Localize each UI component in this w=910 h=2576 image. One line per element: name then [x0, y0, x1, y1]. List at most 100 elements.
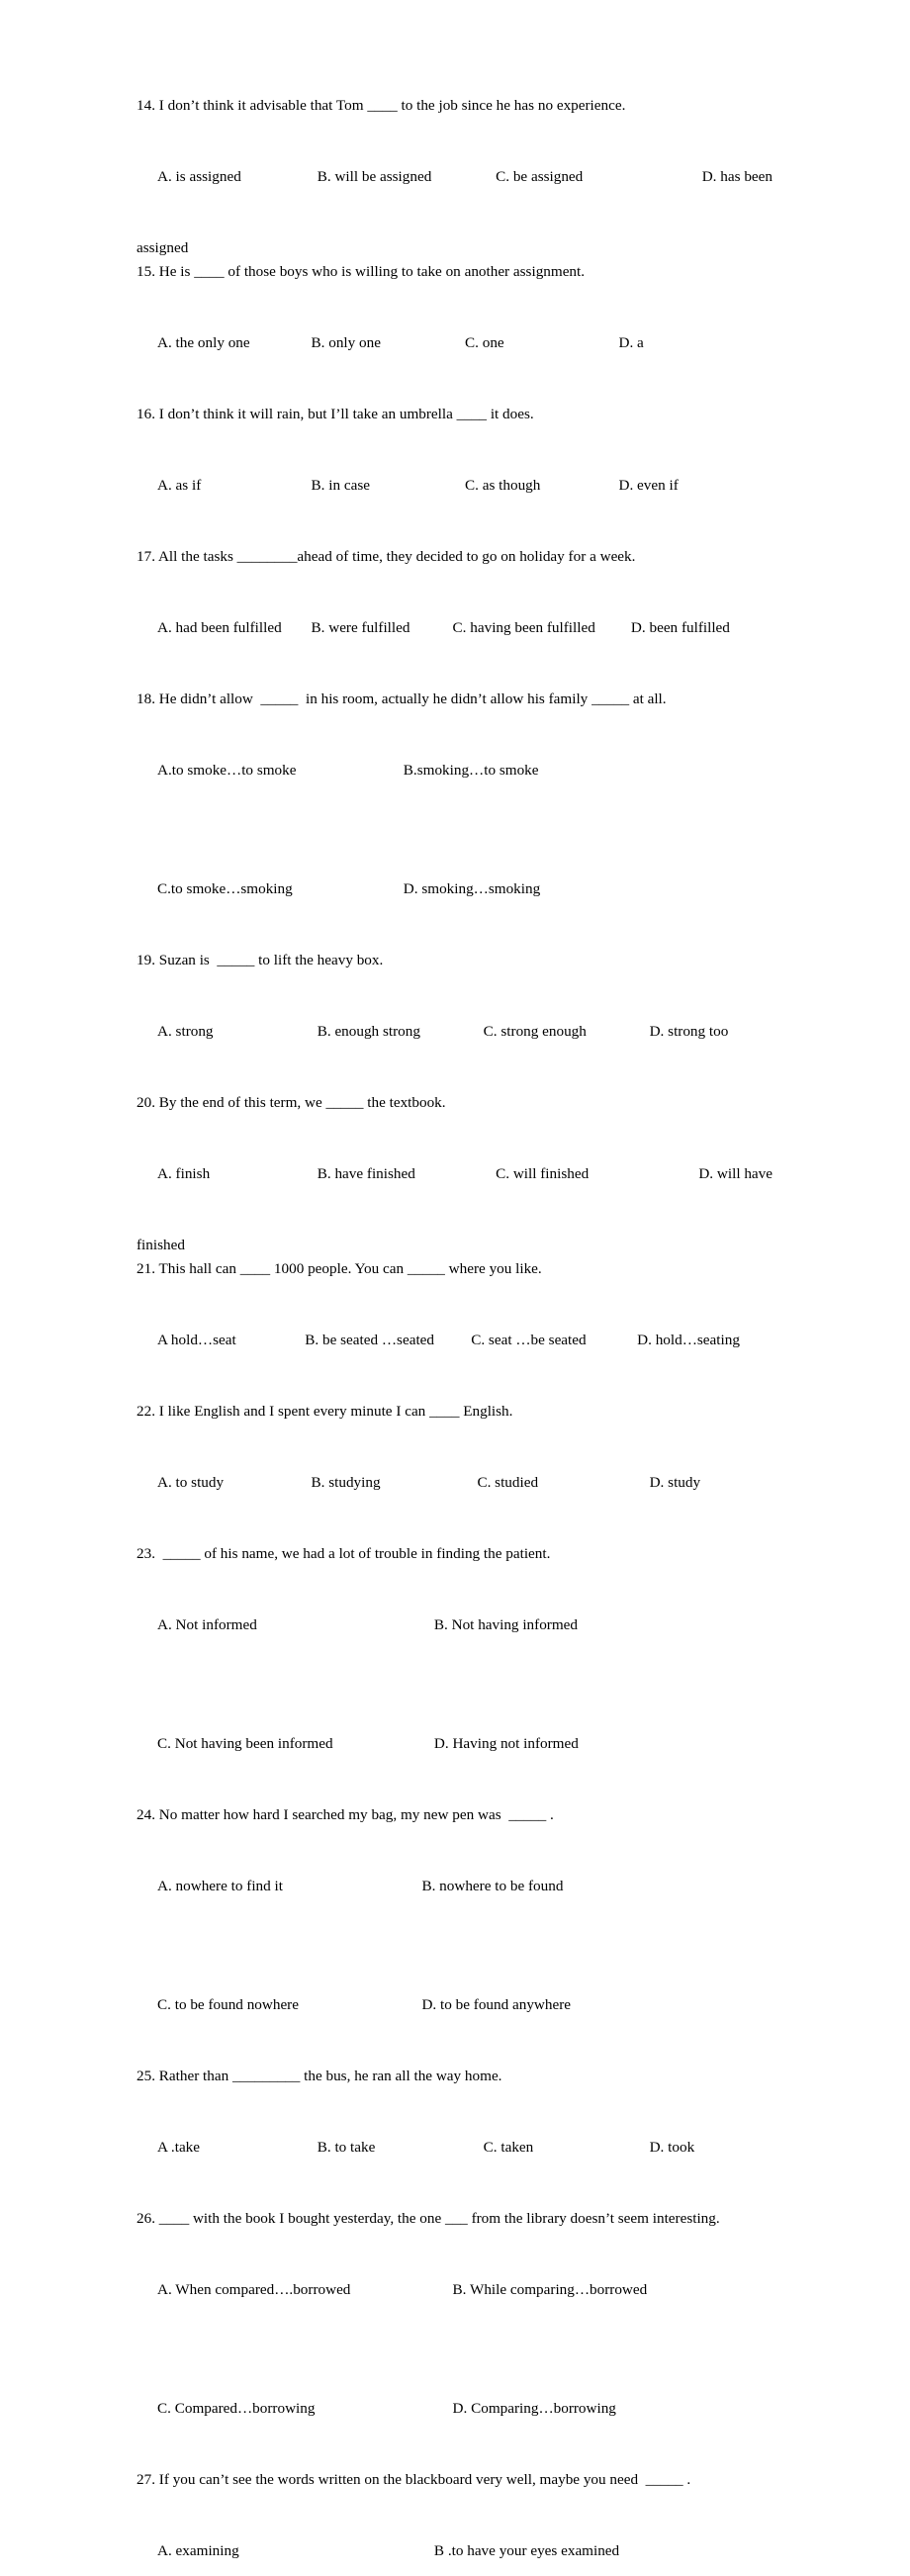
- question-options-row1: A. Not informed B. Not having informed: [136, 1566, 773, 1685]
- option-d[interactable]: D. strong too: [650, 1020, 773, 1044]
- question-options: A. strong B. enough strong C. strong eno…: [136, 972, 773, 1091]
- question-continuation: assigned: [136, 239, 189, 256]
- question-19: 19. Suzan is _____ to lift the heavy box…: [136, 949, 773, 1091]
- question-18: 18. He didn’t allow _____ in his room, a…: [136, 688, 773, 949]
- question-options-row2: C. to be found nowhere D. to be found an…: [136, 1946, 773, 2065]
- question-21: 21. This hall can ____ 1000 people. You …: [136, 1257, 773, 1400]
- question-options: A. is assigned B. will be assigned C. be…: [136, 118, 773, 236]
- option-b[interactable]: B. While comparing…borrowed: [453, 2278, 773, 2302]
- option-a[interactable]: A hold…seat: [157, 1329, 305, 1352]
- question-options-row1: A.to smoke…to smoke B.smoking…to smoke: [136, 711, 773, 830]
- question-stem: 21. This hall can ____ 1000 people. You …: [136, 1260, 542, 1277]
- option-a[interactable]: A. had been fulfilled: [157, 616, 312, 640]
- question-options: A. finish B. have finished C. will finis…: [136, 1115, 773, 1234]
- option-a[interactable]: A. strong: [157, 1020, 318, 1044]
- option-a[interactable]: A. nowhere to find it: [157, 1875, 421, 1898]
- option-c[interactable]: C. Compared…borrowing: [157, 2397, 453, 2421]
- question-options: A. had been fulfilled B. were fulfilled …: [136, 569, 773, 688]
- question-stem: 17. All the tasks ________ahead of time,…: [136, 548, 636, 565]
- option-b[interactable]: B. have finished: [318, 1162, 496, 1186]
- question-15: 15. He is ____ of those boys who is will…: [136, 260, 773, 403]
- question-options: A. to study B. studying C. studied D. st…: [136, 1424, 773, 1542]
- question-stem: 18. He didn’t allow _____ in his room, a…: [136, 690, 667, 707]
- option-c[interactable]: C. having been fulfilled: [453, 616, 631, 640]
- option-a[interactable]: A .take: [157, 2136, 318, 2160]
- question-stem: 19. Suzan is _____ to lift the heavy box…: [136, 952, 384, 968]
- option-b[interactable]: B. studying: [312, 1471, 478, 1495]
- option-b[interactable]: B. Not having informed: [434, 1613, 773, 1637]
- question-options-row1: A. nowhere to find it B. nowhere to be f…: [136, 1827, 773, 1946]
- option-d[interactable]: D. took: [650, 2136, 773, 2160]
- option-c[interactable]: C. taken: [484, 2136, 650, 2160]
- question-stem: 15. He is ____ of those boys who is will…: [136, 263, 586, 280]
- question-options: A hold…seat B. be seated …seated C. seat…: [136, 1281, 773, 1400]
- question-stem: 23. _____ of his name, we had a lot of t…: [136, 1545, 551, 1562]
- option-c[interactable]: C. strong enough: [484, 1020, 650, 1044]
- option-d[interactable]: D. even if: [619, 474, 774, 498]
- question-options: A .take B. to take C. taken D. took: [136, 2088, 773, 2207]
- option-a[interactable]: A. as if: [157, 474, 312, 498]
- option-c[interactable]: C. will finished: [496, 1162, 650, 1186]
- option-a[interactable]: A. Not informed: [157, 1613, 434, 1637]
- option-c[interactable]: C. studied: [477, 1471, 649, 1495]
- option-c[interactable]: C. to be found nowhere: [157, 1993, 421, 2017]
- question-stem: 16. I don’t think it will rain, but I’ll…: [136, 406, 534, 422]
- option-b[interactable]: B .to have your eyes examined: [434, 2539, 773, 2563]
- question-options-row1: A. When compared….borrowed B. While comp…: [136, 2231, 773, 2349]
- option-b[interactable]: B. only one: [312, 331, 466, 355]
- question-25: 25. Rather than _________ the bus, he ra…: [136, 2065, 773, 2207]
- option-d[interactable]: D. hold…seating: [637, 1329, 773, 1352]
- option-d[interactable]: D. Having not informed: [434, 1732, 773, 1756]
- question-options-row1: A. examining B .to have your eyes examin…: [136, 2492, 773, 2576]
- question-26: 26. ____ with the book I bought yesterda…: [136, 2207, 773, 2468]
- question-24: 24. No matter how hard I searched my bag…: [136, 1803, 773, 2065]
- option-b[interactable]: B. be seated …seated: [305, 1329, 471, 1352]
- option-a[interactable]: A. examining: [157, 2539, 434, 2563]
- question-27: 27. If you can’t see the words written o…: [136, 2468, 773, 2576]
- worksheet-page: 14. I don’t think it advisable that Tom …: [0, 0, 910, 2559]
- option-c[interactable]: C. as though: [465, 474, 619, 498]
- option-a[interactable]: A. finish: [157, 1162, 318, 1186]
- option-b[interactable]: B. to take: [318, 2136, 484, 2160]
- option-a[interactable]: A. is assigned: [157, 165, 318, 189]
- question-stem: 25. Rather than _________ the bus, he ra…: [136, 2068, 502, 2084]
- option-c[interactable]: C. be assigned: [496, 165, 643, 189]
- question-16: 16. I don’t think it will rain, but I’ll…: [136, 403, 773, 545]
- option-d[interactable]: D. will have: [650, 1162, 773, 1186]
- option-d[interactable]: D. has been: [643, 165, 773, 189]
- question-23: 23. _____ of his name, we had a lot of t…: [136, 1542, 773, 1803]
- option-b[interactable]: B. nowhere to be found: [421, 1875, 773, 1898]
- option-b[interactable]: B. will be assigned: [318, 165, 496, 189]
- question-options: A. as if B. in case C. as though D. even…: [136, 426, 773, 545]
- option-d[interactable]: D. Comparing…borrowing: [453, 2397, 773, 2421]
- question-stem: 20. By the end of this term, we _____ th…: [136, 1094, 446, 1111]
- option-d[interactable]: D. smoking…smoking: [404, 877, 773, 901]
- option-d[interactable]: D. study: [650, 1471, 773, 1495]
- question-22: 22. I like English and I spent every min…: [136, 1400, 773, 1542]
- question-stem: 27. If you can’t see the words written o…: [136, 2471, 691, 2488]
- option-b[interactable]: B. enough strong: [318, 1020, 484, 1044]
- question-stem: 14. I don’t think it advisable that Tom …: [136, 97, 626, 114]
- option-c[interactable]: C.to smoke…smoking: [157, 877, 404, 901]
- option-d[interactable]: D. to be found anywhere: [421, 1993, 773, 2017]
- question-stem: 22. I like English and I spent every min…: [136, 1403, 513, 1420]
- question-20: 20. By the end of this term, we _____ th…: [136, 1091, 773, 1257]
- question-17: 17. All the tasks ________ahead of time,…: [136, 545, 773, 688]
- option-c[interactable]: C. Not having been informed: [157, 1732, 434, 1756]
- question-stem: 26. ____ with the book I bought yesterda…: [136, 2210, 720, 2227]
- option-b[interactable]: B. in case: [312, 474, 466, 498]
- option-d[interactable]: D. been fulfilled: [631, 616, 773, 640]
- option-d[interactable]: D. a: [619, 331, 774, 355]
- option-a[interactable]: A. When compared….borrowed: [157, 2278, 453, 2302]
- question-stem: 24. No matter how hard I searched my bag…: [136, 1806, 554, 1823]
- option-b[interactable]: B.smoking…to smoke: [404, 759, 773, 782]
- option-b[interactable]: B. were fulfilled: [312, 616, 453, 640]
- option-c[interactable]: C. one: [465, 331, 619, 355]
- option-a[interactable]: A. to study: [157, 1471, 312, 1495]
- option-a[interactable]: A. the only one: [157, 331, 312, 355]
- question-options-row2: C. Not having been informed D. Having no…: [136, 1685, 773, 1803]
- question-options: A. the only one B. only one C. one D. a: [136, 284, 773, 403]
- option-c[interactable]: C. seat …be seated: [471, 1329, 637, 1352]
- option-a[interactable]: A.to smoke…to smoke: [157, 759, 404, 782]
- question-options-row2: C. Compared…borrowing D. Comparing…borro…: [136, 2349, 773, 2468]
